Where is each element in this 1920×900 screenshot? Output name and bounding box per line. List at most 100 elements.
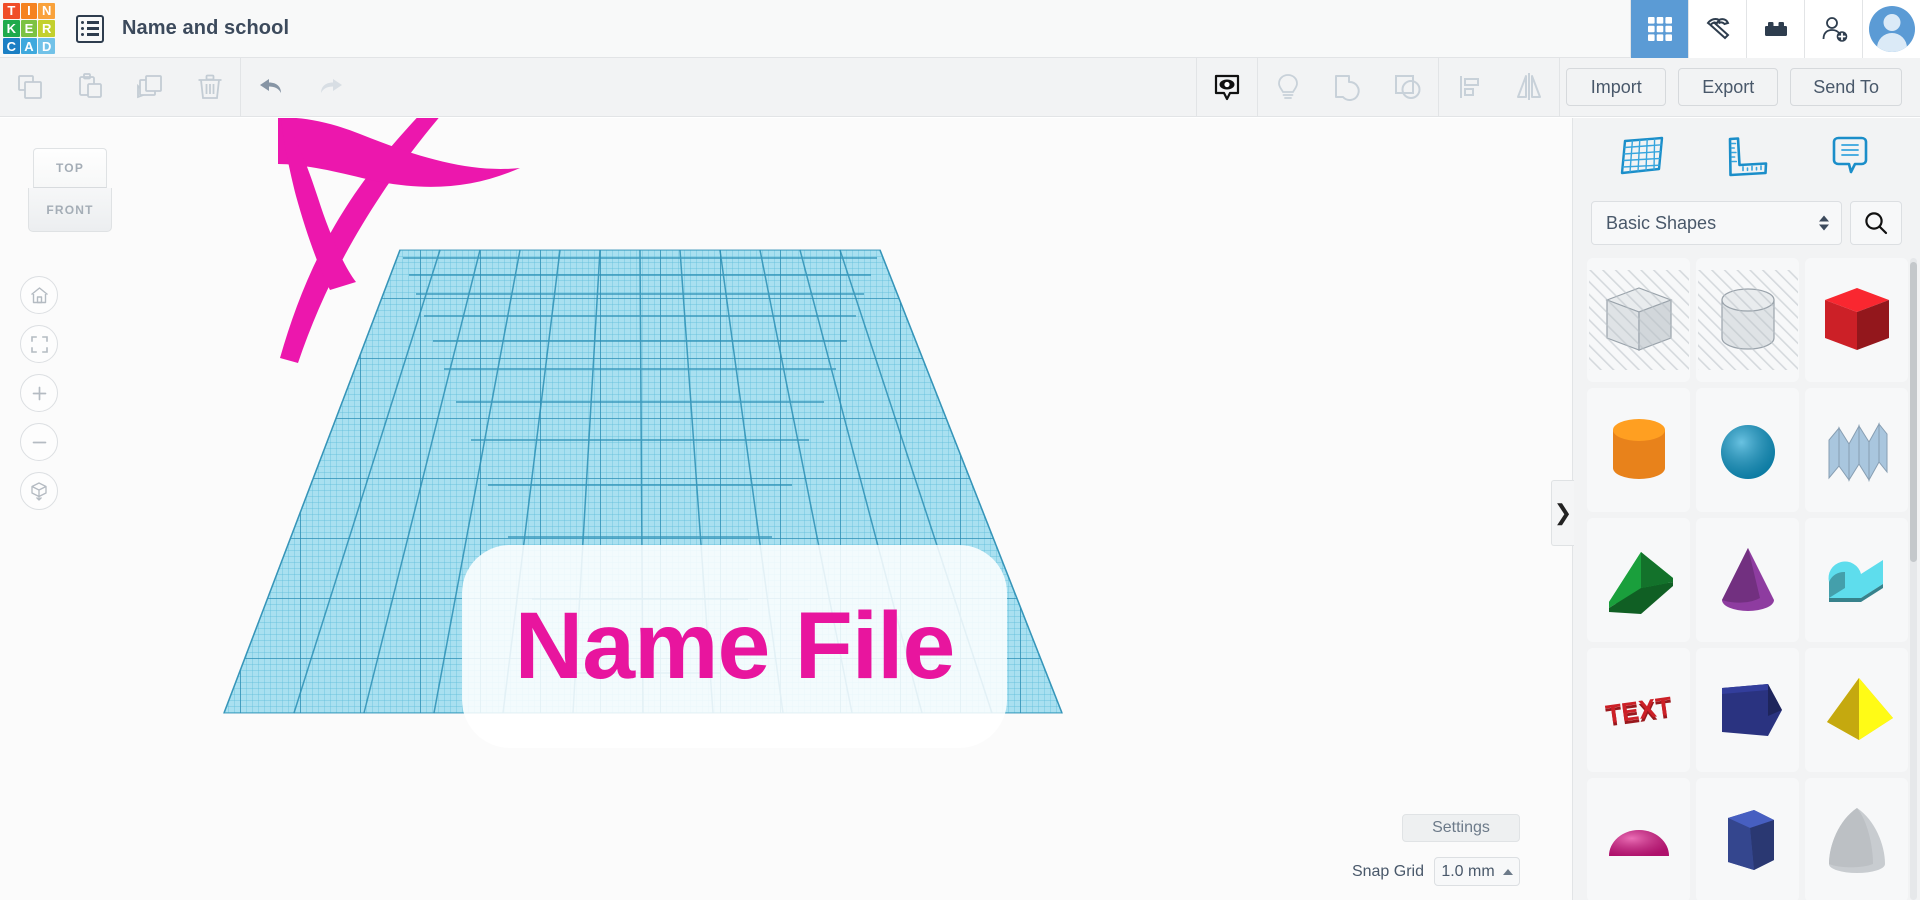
page-title[interactable]: Name and school [122,17,289,40]
lego-brick-icon[interactable] [1746,0,1804,58]
shape-item-cylinder[interactable] [1587,388,1690,512]
search-icon[interactable] [1850,201,1902,245]
minecraft-pickaxe-icon[interactable] [1688,0,1746,58]
shape-item-roof[interactable] [1587,518,1690,642]
mirror-flip-icon[interactable] [1499,58,1559,117]
shape-item-box[interactable] [1805,258,1908,382]
shape-item-polygon-prism[interactable] [1696,648,1799,772]
group-shapes-icon[interactable] [1318,58,1378,117]
logo-letter-0: T [3,3,20,20]
shape-thumb [1698,790,1798,890]
duplicate-icon[interactable] [120,58,180,117]
logo-letter-8: D [38,38,55,55]
align-icon[interactable] [1439,58,1499,117]
shape-item-pyramid[interactable] [1805,648,1908,772]
shape-thumb [1698,400,1798,500]
shape-item-hexagon-prism[interactable] [1696,778,1799,900]
shape-item-half-cylinder[interactable] [1805,518,1908,642]
shape-thumb [1807,660,1907,760]
workplane-grid-icon[interactable] [1610,129,1676,185]
shape-item-box-hole[interactable] [1587,258,1690,382]
design-grid-icon[interactable] [1630,0,1688,58]
redo-arrow-icon[interactable] [301,58,361,117]
invite-person-icon[interactable] [1804,0,1862,58]
home-view-icon[interactable] [20,276,58,314]
snap-grid-control: Snap Grid 1.0 mm [1352,857,1520,886]
import-button[interactable]: Import [1566,68,1666,106]
ruler-icon[interactable] [1713,129,1779,185]
shape-item-half-sphere[interactable] [1587,778,1690,900]
shape-thumb [1698,530,1798,630]
panel-scroll-thumb[interactable] [1910,262,1917,562]
shape-thumb [1698,660,1798,760]
view-cube-front-face[interactable]: FRONT [28,188,112,232]
notes-icon[interactable] [1817,129,1883,185]
delete-trash-icon[interactable] [180,58,240,117]
copy-icon[interactable] [0,58,60,117]
logo-letter-5: R [38,20,55,37]
panel-scroll-track[interactable] [1910,258,1917,900]
workplane-grid [0,118,1572,900]
snap-grid-label: Snap Grid [1352,863,1424,881]
3d-viewport[interactable]: Workplane Name File TOP FRONT [0,118,1572,900]
shape-thumb [1589,270,1689,370]
shape-item-sphere[interactable] [1696,388,1799,512]
shape-item-text[interactable]: TEXT TEXT [1587,648,1690,772]
shape-category-select[interactable]: Basic Shapes [1591,201,1842,245]
shape-thumb [1589,530,1689,630]
panel-tabs [1573,118,1920,196]
top-bar: T I N K E R C A D Name and school [0,0,1920,58]
file-actions: Import Export Send To [1560,68,1920,106]
show-hide-eye-icon[interactable] [1197,58,1257,117]
snap-grid-select[interactable]: 1.0 mm [1434,857,1520,886]
shape-thumb [1589,790,1689,890]
edit-toolbar: Import Export Send To [0,58,1920,117]
shapes-panel: ❯ [1572,118,1920,900]
fit-to-view-icon[interactable] [20,325,58,363]
zoom-in-icon[interactable] [20,374,58,412]
shape-item-cone[interactable] [1696,518,1799,642]
shape-thumb [1589,400,1689,500]
shape-thumb [1807,790,1907,890]
name-file-annotation: Name File [462,545,1007,748]
snap-grid-value: 1.0 mm [1441,863,1494,881]
shape-thumb [1807,270,1907,370]
caret-up-icon [1503,869,1513,875]
logo-letter-4: E [21,20,38,37]
stepper-arrows-icon [1819,216,1829,231]
logo-letter-2: N [38,3,55,20]
shape-thumb [1807,400,1907,500]
view-cube-top-face[interactable]: TOP [33,148,107,188]
logo-letter-3: K [3,20,20,37]
shapes-grid: TEXT TEXT [1587,258,1908,900]
view-cube[interactable]: TOP FRONT [28,148,112,232]
paste-icon[interactable] [60,58,120,117]
shape-item-paraboloid[interactable] [1805,778,1908,900]
design-list-icon[interactable] [76,15,104,43]
shape-category-value: Basic Shapes [1606,213,1716,234]
shape-item-cylinder-hole[interactable] [1696,258,1799,382]
perspective-toggle-icon[interactable] [20,472,58,510]
logo-letter-7: A [21,38,38,55]
shape-category-row: Basic Shapes [1573,196,1920,250]
avatar[interactable] [1862,0,1920,58]
clipboard-tools [0,58,240,117]
panel-collapse-handle[interactable]: ❯ [1551,480,1574,546]
history-tools [241,58,361,117]
light-bulb-icon[interactable] [1258,58,1318,117]
export-button[interactable]: Export [1678,68,1778,106]
zoom-out-icon[interactable] [20,423,58,461]
undo-arrow-icon[interactable] [241,58,301,117]
tinkercad-logo[interactable]: T I N K E R C A D [0,0,58,58]
top-actions [1630,0,1920,58]
viewport-nav-controls [20,276,58,510]
tinkercad-app: T I N K E R C A D Name and school [0,0,1920,900]
shape-thumb: TEXT TEXT [1589,660,1689,760]
object-tools [1197,58,1559,117]
ungroup-shapes-icon[interactable] [1378,58,1438,117]
send-to-button[interactable]: Send To [1790,68,1902,106]
settings-button[interactable]: Settings [1402,814,1520,842]
shape-thumb [1698,270,1798,370]
logo-letter-6: C [3,38,20,55]
shape-item-scribble[interactable] [1805,388,1908,512]
